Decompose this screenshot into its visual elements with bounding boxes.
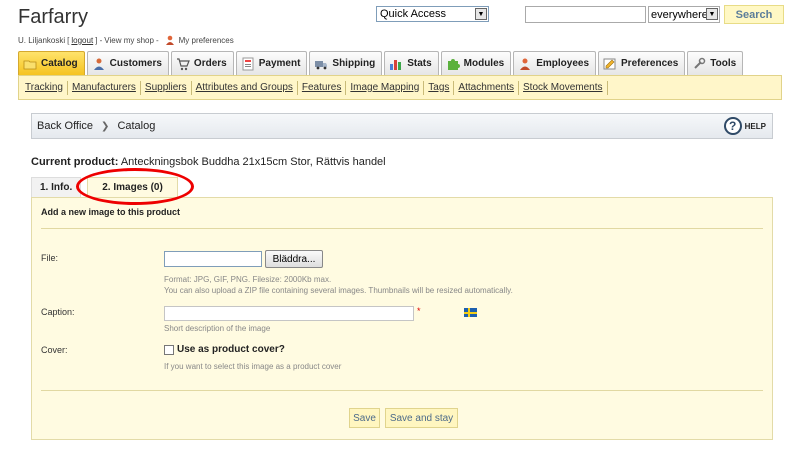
save-and-stay-button[interactable]: Save and stay bbox=[385, 408, 458, 428]
subnav-image-mapping[interactable]: Image Mapping bbox=[346, 80, 425, 95]
file-path-input[interactable] bbox=[164, 251, 262, 267]
panel-title: Add a new image to this product bbox=[41, 207, 181, 217]
file-format-hint: Format: JPG, GIF, PNG. Filesize: 2000Kb … bbox=[164, 275, 332, 284]
tab-shipping[interactable]: Shipping bbox=[309, 51, 383, 75]
chevron-down-icon: ▼ bbox=[706, 8, 718, 20]
subnav-manufacturers[interactable]: Manufacturers bbox=[68, 80, 141, 95]
browse-button[interactable]: Bläddra... bbox=[265, 250, 323, 268]
tab-catalog[interactable]: Catalog bbox=[18, 51, 85, 75]
zip-upload-hint: You can also upload a ZIP file containin… bbox=[164, 286, 513, 295]
breadcrumb-current: Catalog bbox=[117, 120, 156, 132]
subnav-attachments[interactable]: Attachments bbox=[454, 80, 520, 95]
caption-hint: Short description of the image bbox=[164, 324, 271, 333]
employees-icon bbox=[520, 58, 531, 70]
breadcrumb: Back Office ❯ Catalog ? HELP bbox=[31, 113, 773, 139]
search-input[interactable] bbox=[525, 6, 646, 23]
subnav-tags[interactable]: Tags bbox=[424, 80, 455, 95]
main-tabs: Catalog Customers Orders Payment Shippin… bbox=[18, 51, 744, 75]
puzzle-icon bbox=[447, 58, 460, 70]
truck-icon bbox=[315, 60, 328, 69]
help-button[interactable]: ? HELP bbox=[723, 117, 766, 135]
tab-stats[interactable]: Stats bbox=[384, 51, 439, 75]
tools-icon bbox=[694, 57, 706, 69]
subnav-features[interactable]: Features bbox=[298, 80, 347, 95]
current-product: Current product: Anteckningsbok Buddha 2… bbox=[31, 156, 386, 168]
user-icon bbox=[165, 35, 174, 45]
quick-access-select[interactable]: Quick Access ▼ bbox=[376, 6, 489, 22]
subnav-tracking[interactable]: Tracking bbox=[21, 80, 68, 95]
chevron-right-icon: ❯ bbox=[101, 120, 110, 132]
customers-icon bbox=[93, 58, 104, 70]
folder-icon bbox=[23, 60, 37, 69]
help-icon: ? bbox=[723, 117, 742, 135]
cover-checkbox[interactable] bbox=[164, 345, 174, 355]
caption-label: Caption: bbox=[41, 307, 75, 317]
catalog-subnav: Tracking Manufacturers Suppliers Attribu… bbox=[18, 75, 782, 100]
cover-checkbox-label[interactable]: Use as product cover? bbox=[177, 344, 285, 355]
cart-icon bbox=[176, 57, 190, 70]
shop-name: Farfarry bbox=[18, 6, 88, 28]
tab-tools[interactable]: Tools bbox=[687, 51, 744, 75]
file-label: File: bbox=[41, 253, 59, 263]
divider bbox=[41, 390, 763, 391]
subnav-suppliers[interactable]: Suppliers bbox=[141, 80, 192, 95]
search-button[interactable]: Search bbox=[724, 5, 784, 24]
cover-label: Cover: bbox=[41, 345, 68, 355]
payment-icon bbox=[242, 57, 254, 70]
user-name: U. Liljankoski bbox=[18, 35, 66, 45]
stats-icon bbox=[390, 59, 402, 70]
product-name: Anteckningsbok Buddha 21x15cm Stor, Rätt… bbox=[120, 156, 386, 168]
user-bar: U. Liljankoski [ logout ] - View my shop… bbox=[18, 35, 234, 45]
logout-link[interactable]: logout bbox=[71, 36, 93, 45]
divider bbox=[41, 228, 763, 229]
preferences-icon bbox=[603, 58, 616, 69]
breadcrumb-root[interactable]: Back Office bbox=[37, 120, 93, 132]
my-preferences-link[interactable]: My preferences bbox=[179, 36, 234, 45]
image-upload-panel: Add a new image to this product File: Bl… bbox=[31, 197, 773, 440]
tab-modules[interactable]: Modules bbox=[440, 51, 512, 75]
subnav-attributes[interactable]: Attributes and Groups bbox=[192, 80, 298, 95]
swedish-flag-icon[interactable] bbox=[464, 308, 477, 317]
view-shop-link[interactable]: View my shop bbox=[104, 36, 154, 45]
subnav-stock-movements[interactable]: Stock Movements bbox=[519, 80, 608, 95]
search-scope-select[interactable]: everywhere ▼ bbox=[648, 6, 720, 23]
chevron-down-icon: ▼ bbox=[475, 8, 487, 20]
tab-info[interactable]: 1. Info. bbox=[31, 177, 82, 197]
tab-orders[interactable]: Orders bbox=[170, 51, 234, 75]
product-tabs: 1. Info. 2. Images (0) bbox=[31, 177, 178, 197]
tab-images[interactable]: 2. Images (0) bbox=[87, 177, 178, 197]
tab-preferences[interactable]: Preferences bbox=[598, 51, 686, 75]
tab-employees[interactable]: Employees bbox=[513, 51, 597, 75]
required-marker: * bbox=[417, 306, 421, 316]
tab-payment[interactable]: Payment bbox=[235, 51, 308, 75]
save-button[interactable]: Save bbox=[349, 408, 380, 428]
cover-hint: If you want to select this image as a pr… bbox=[164, 362, 342, 371]
caption-input[interactable] bbox=[164, 306, 414, 321]
tab-customers[interactable]: Customers bbox=[86, 51, 169, 75]
